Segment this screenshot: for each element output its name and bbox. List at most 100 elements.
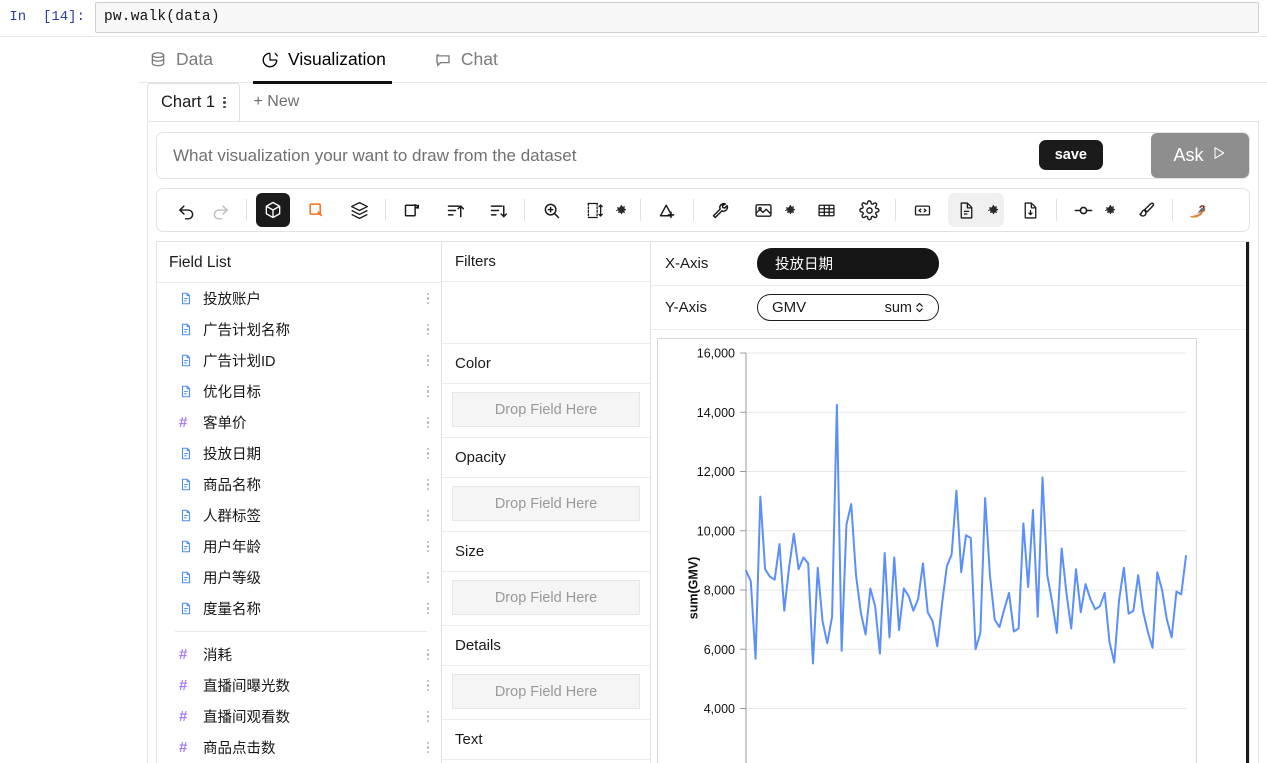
field-menu-icon[interactable] <box>426 741 429 754</box>
field-item[interactable]: # 直播间曝光数 <box>157 670 441 701</box>
field-menu-icon[interactable] <box>426 679 429 692</box>
zoom-in-icon[interactable] <box>534 193 568 227</box>
field-item[interactable]: # 消耗 <box>157 639 441 670</box>
dimension-field-icon <box>179 570 199 585</box>
chart-canvas[interactable]: 02,0004,0006,0008,00010,00012,00014,0001… <box>658 339 1196 763</box>
field-menu-icon[interactable] <box>426 385 429 398</box>
toggle-switch-icon[interactable] <box>1066 193 1100 227</box>
svg-text:14,000: 14,000 <box>697 406 735 420</box>
field-menu-icon[interactable] <box>426 509 429 522</box>
ai-prompt-input[interactable] <box>157 133 1151 178</box>
dimension-field-icon <box>179 601 199 616</box>
tab-visualization[interactable]: Visualization <box>252 37 404 84</box>
cube-icon[interactable] <box>256 193 290 227</box>
field-menu-icon[interactable] <box>426 478 429 491</box>
shelf-body-details: Drop Field Here <box>442 666 650 720</box>
x-axis-field-pill[interactable]: 投放日期 <box>757 248 939 279</box>
chart-y-axis-title: sum(GMV) <box>686 556 701 620</box>
pygwalker-widget: Data Visualization Chat Chart 1 + New Wh… <box>0 37 1267 763</box>
notebook-code-input[interactable]: pw.walk(data) <box>95 2 1259 33</box>
shelf-dropzone-opacity[interactable]: Drop Field Here <box>452 486 640 521</box>
chart-area-panel: X-Axis 投放日期 Y-Axis GMV sum sum(GMV) 4,00… <box>651 241 1250 763</box>
shelf-dropzone-filters[interactable] <box>442 282 650 344</box>
field-item[interactable]: # 客单价 <box>157 407 441 438</box>
ask-button[interactable]: Ask <box>1151 133 1249 178</box>
x-axis-shelf[interactable]: X-Axis 投放日期 <box>651 242 1249 286</box>
field-item[interactable]: 投放账户 <box>157 283 441 314</box>
dimension-field-icon <box>179 384 199 399</box>
transform-box-icon[interactable] <box>395 193 429 227</box>
paintbrush-icon[interactable] <box>1129 193 1163 227</box>
toggle-settings-icon[interactable] <box>1100 195 1120 225</box>
lasso-select-icon[interactable] <box>299 193 333 227</box>
wrench-icon[interactable] <box>703 193 737 227</box>
undo-icon[interactable] <box>169 193 203 227</box>
tab-chat[interactable]: Chat <box>426 37 516 83</box>
panel-scroll-edge[interactable] <box>1246 242 1249 763</box>
sort-descending-icon[interactable] <box>481 193 515 227</box>
document-icon[interactable] <box>949 193 983 227</box>
field-menu-icon[interactable] <box>426 602 429 615</box>
send-triangle-icon <box>1211 145 1227 166</box>
tab-data[interactable]: Data <box>141 37 231 83</box>
resize-axis-icon[interactable] <box>577 193 611 227</box>
shelf-dropzone-size[interactable]: Drop Field Here <box>452 580 640 615</box>
field-label: 消耗 <box>203 648 232 664</box>
geometry-icon[interactable] <box>650 193 684 227</box>
y-axis-field-pill[interactable]: GMV sum <box>757 294 939 321</box>
field-menu-icon[interactable] <box>426 416 429 429</box>
document-settings-icon[interactable] <box>983 195 1003 225</box>
field-item[interactable]: # 商品点击数 <box>157 732 441 763</box>
field-item[interactable]: 用户等级 <box>157 562 441 593</box>
field-item[interactable]: 广告计划ID <box>157 345 441 376</box>
table-icon[interactable] <box>809 193 843 227</box>
code-brackets-icon[interactable] <box>905 193 939 227</box>
measure-field-icon: # <box>179 677 188 694</box>
dimension-field-icon <box>179 539 199 554</box>
field-menu-icon[interactable] <box>426 323 429 336</box>
shelf-dropzone-color[interactable]: Drop Field Here <box>452 392 640 427</box>
shelf-title-color: Color <box>442 344 650 384</box>
svg-text:6,000: 6,000 <box>704 643 735 657</box>
field-menu-icon[interactable] <box>426 354 429 367</box>
pie-chart-icon <box>261 51 279 69</box>
field-item[interactable]: 优化目标 <box>157 376 441 407</box>
x-axis-dropzone[interactable]: 投放日期 <box>757 248 1249 279</box>
field-item[interactable]: 广告计划名称 <box>157 314 441 345</box>
field-item[interactable]: 用户年龄 <box>157 531 441 562</box>
bird-logo-icon[interactable] <box>1182 193 1216 227</box>
field-item[interactable]: 商品名称 <box>157 469 441 500</box>
new-chart-tab-button[interactable]: + New <box>240 83 314 121</box>
field-menu-icon[interactable] <box>426 540 429 553</box>
field-menu-icon[interactable] <box>426 292 429 305</box>
y-axis-shelf[interactable]: Y-Axis GMV sum <box>651 286 1249 330</box>
chart-tab-chart-1[interactable]: Chart 1 <box>147 83 240 121</box>
resize-axis-settings-icon[interactable] <box>611 195 631 225</box>
field-list-title: Field List <box>157 242 441 283</box>
y-axis-aggregation-select[interactable]: sum <box>885 300 924 316</box>
shelf-title-details: Details <box>442 626 650 666</box>
save-button[interactable]: save <box>1038 140 1103 170</box>
settings-gear-icon[interactable] <box>852 193 886 227</box>
line-chart[interactable]: sum(GMV) 02,0004,0006,0008,00010,00012,0… <box>657 338 1197 763</box>
field-menu-icon[interactable] <box>426 710 429 723</box>
image-settings-icon[interactable] <box>780 195 800 225</box>
redo-icon[interactable] <box>203 193 237 227</box>
sort-ascending-icon[interactable] <box>438 193 472 227</box>
field-menu-icon[interactable] <box>426 648 429 661</box>
document-settings-group <box>948 193 1004 227</box>
layers-icon[interactable] <box>342 193 376 227</box>
field-menu-icon[interactable] <box>426 571 429 584</box>
field-item[interactable]: 人群标签 <box>157 500 441 531</box>
shelf-dropzone-details[interactable]: Drop Field Here <box>452 674 640 709</box>
dimension-field-icon <box>179 322 199 337</box>
download-document-icon[interactable] <box>1013 193 1047 227</box>
chart-tab-menu-icon[interactable] <box>223 96 226 109</box>
field-item[interactable]: 度量名称 <box>157 593 441 624</box>
field-item[interactable]: 投放日期 <box>157 438 441 469</box>
notebook-prompt-label: In [14]: <box>9 9 85 25</box>
image-icon[interactable] <box>746 193 780 227</box>
y-axis-dropzone[interactable]: GMV sum <box>757 294 1249 321</box>
field-item[interactable]: # 直播间观看数 <box>157 701 441 732</box>
field-menu-icon[interactable] <box>426 447 429 460</box>
